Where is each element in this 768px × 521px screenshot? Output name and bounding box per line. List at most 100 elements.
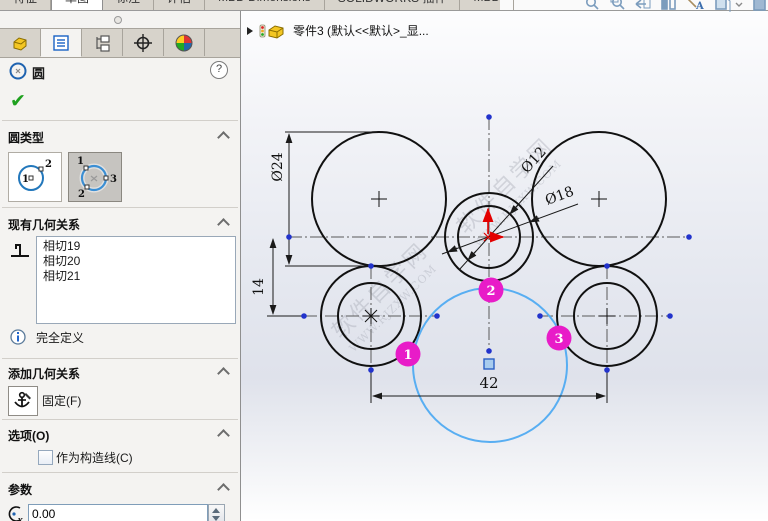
part-tree-label[interactable]: 零件3 (默认<<默认>_显... <box>293 22 429 39</box>
divider <box>2 207 238 208</box>
relation-item[interactable]: 相切21 <box>37 269 235 284</box>
appearance-sphere-icon <box>175 34 193 51</box>
divider <box>2 419 238 420</box>
divider <box>2 358 238 359</box>
badge-2: 2 <box>478 277 504 303</box>
tab-evaluate[interactable]: 评估 <box>154 0 206 10</box>
spinner-down-icon[interactable] <box>212 516 220 521</box>
center-x-coordinate-icon: x <box>8 506 23 521</box>
svg-text:x: x <box>18 516 23 521</box>
tab-features[interactable]: 特征 <box>0 0 52 10</box>
previous-view-icon[interactable] <box>635 0 651 9</box>
tab-display-manager[interactable] <box>164 29 205 56</box>
graphics-area[interactable]: 零件3 (默认<<默认>_显... 软件自学网 WWW.RJZXW.COM 软件… <box>241 10 768 521</box>
help-button[interactable]: ? <box>210 61 228 79</box>
section-circle-type[interactable]: 圆类型 <box>0 128 240 146</box>
svg-text:14: 14 <box>251 278 267 296</box>
relations-listbox[interactable]: 相切19 相切20 相切21 <box>36 236 236 324</box>
relations-perpendicular-icon <box>11 244 29 257</box>
badge-3: 3 <box>546 325 572 351</box>
relation-item[interactable]: 相切20 <box>37 254 235 269</box>
tab-feature-manager[interactable] <box>0 29 41 56</box>
pm-header: 圆 ? <box>0 58 240 86</box>
view-settings-icon[interactable] <box>753 0 766 11</box>
center-circle-button[interactable]: 1 2 <box>8 152 62 202</box>
fix-relation-button[interactable] <box>8 386 38 416</box>
zoom-to-area-icon[interactable] <box>610 0 625 10</box>
hide-show-annotations-icon[interactable]: A <box>687 0 704 12</box>
ok-button[interactable]: ✔ <box>10 90 26 113</box>
section-options[interactable]: 选项(O) <box>0 426 240 444</box>
svg-text:A: A <box>695 1 704 12</box>
section-label: 添加几何关系 <box>8 367 81 381</box>
section-parameters[interactable]: 参数 <box>0 480 240 498</box>
tab-configuration-manager[interactable] <box>82 29 123 56</box>
spinner-up-icon[interactable] <box>212 508 220 513</box>
status-row: 完全定义 <box>0 328 240 348</box>
svg-text:1: 1 <box>22 174 29 185</box>
dimension-42[interactable]: 42 <box>370 370 608 403</box>
tab-mbd-dimensions[interactable]: MBD Dimensions <box>205 0 325 10</box>
section-label: 圆类型 <box>8 131 45 145</box>
section-label: 选项(O) <box>8 429 50 443</box>
construction-line-label: 作为构造线(C) <box>56 451 133 465</box>
svg-text:Ø18: Ø18 <box>543 184 576 209</box>
chevron-up-icon[interactable] <box>217 429 230 442</box>
tab-markup[interactable]: 标注 <box>103 0 155 10</box>
chevron-up-icon[interactable] <box>217 131 230 144</box>
tab-mbd[interactable]: MBD <box>460 0 515 10</box>
circle-tool-icon <box>9 62 27 80</box>
panel-collapse-handle[interactable] <box>0 10 240 28</box>
divider <box>2 120 238 121</box>
tab-property-manager[interactable] <box>41 29 82 57</box>
tab-sketch[interactable]: 草图 <box>51 0 104 10</box>
configuration-icon <box>96 34 110 52</box>
property-list-icon <box>53 34 69 51</box>
pm-title: 圆 <box>32 66 46 81</box>
dimension-14[interactable]: 14 <box>251 238 304 317</box>
heads-up-view-toolbar: A <box>584 0 766 15</box>
svg-text:1: 1 <box>403 348 412 363</box>
section-label: 现有几何关系 <box>8 218 81 232</box>
relation-item[interactable]: 相切19 <box>37 239 235 254</box>
tab-solidworks-addins[interactable]: SOLIDWORKS 插件 <box>325 0 461 10</box>
divider <box>2 472 238 473</box>
chevron-up-icon[interactable] <box>217 367 230 380</box>
center-x-input[interactable] <box>28 504 208 521</box>
part-icon <box>13 36 27 51</box>
fully-defined-status: 完全定义 <box>36 331 85 345</box>
svg-text:1: 1 <box>77 156 84 167</box>
dimension-d24[interactable]: Ø24 <box>270 131 385 267</box>
section-add-relations[interactable]: 添加几何关系 <box>0 364 240 382</box>
expand-arrow-icon[interactable] <box>247 26 253 35</box>
svg-text:2: 2 <box>45 159 52 170</box>
display-style-icon[interactable] <box>715 0 743 12</box>
collapse-dot-icon <box>114 16 122 24</box>
chevron-up-icon[interactable] <box>217 218 230 231</box>
perimeter-circle-button[interactable]: 1 2 3 <box>68 152 122 202</box>
value-spinner[interactable] <box>208 504 225 521</box>
svg-text:3: 3 <box>554 332 563 347</box>
fix-relation-label: 固定(F) <box>42 394 82 408</box>
svg-text:3: 3 <box>110 174 117 185</box>
tab-dimxpert-manager[interactable] <box>123 29 164 56</box>
section-view-icon[interactable] <box>661 0 676 10</box>
section-label: 参数 <box>8 483 33 497</box>
sketch-canvas[interactable]: 软件自学网 WWW.RJZXW.COM 软件自学网 WWW.RJZXW.COM <box>241 10 768 521</box>
section-existing-relations[interactable]: 现有几何关系 <box>0 215 240 233</box>
manager-tab-strip <box>0 28 240 58</box>
part-status-icon <box>259 24 284 39</box>
construction-line-checkbox[interactable] <box>38 450 53 465</box>
svg-text:Ø24: Ø24 <box>270 152 286 181</box>
preview-circle-center-handle[interactable] <box>483 358 495 370</box>
svg-text:42: 42 <box>479 374 498 392</box>
chevron-up-icon[interactable] <box>217 483 230 496</box>
anchor-icon <box>14 391 31 408</box>
badge-1: 1 <box>395 341 421 367</box>
zoom-to-fit-icon[interactable] <box>586 0 599 10</box>
solidworks-window: 特征 草图 标注 评估 MBD Dimensions SOLIDWORKS 插件… <box>0 0 768 521</box>
svg-text:2: 2 <box>486 284 495 299</box>
feature-tree-flyout[interactable]: 零件3 (默认<<默认>_显... <box>247 22 429 39</box>
dimxpert-target-icon <box>134 33 152 52</box>
svg-text:2: 2 <box>78 189 85 199</box>
